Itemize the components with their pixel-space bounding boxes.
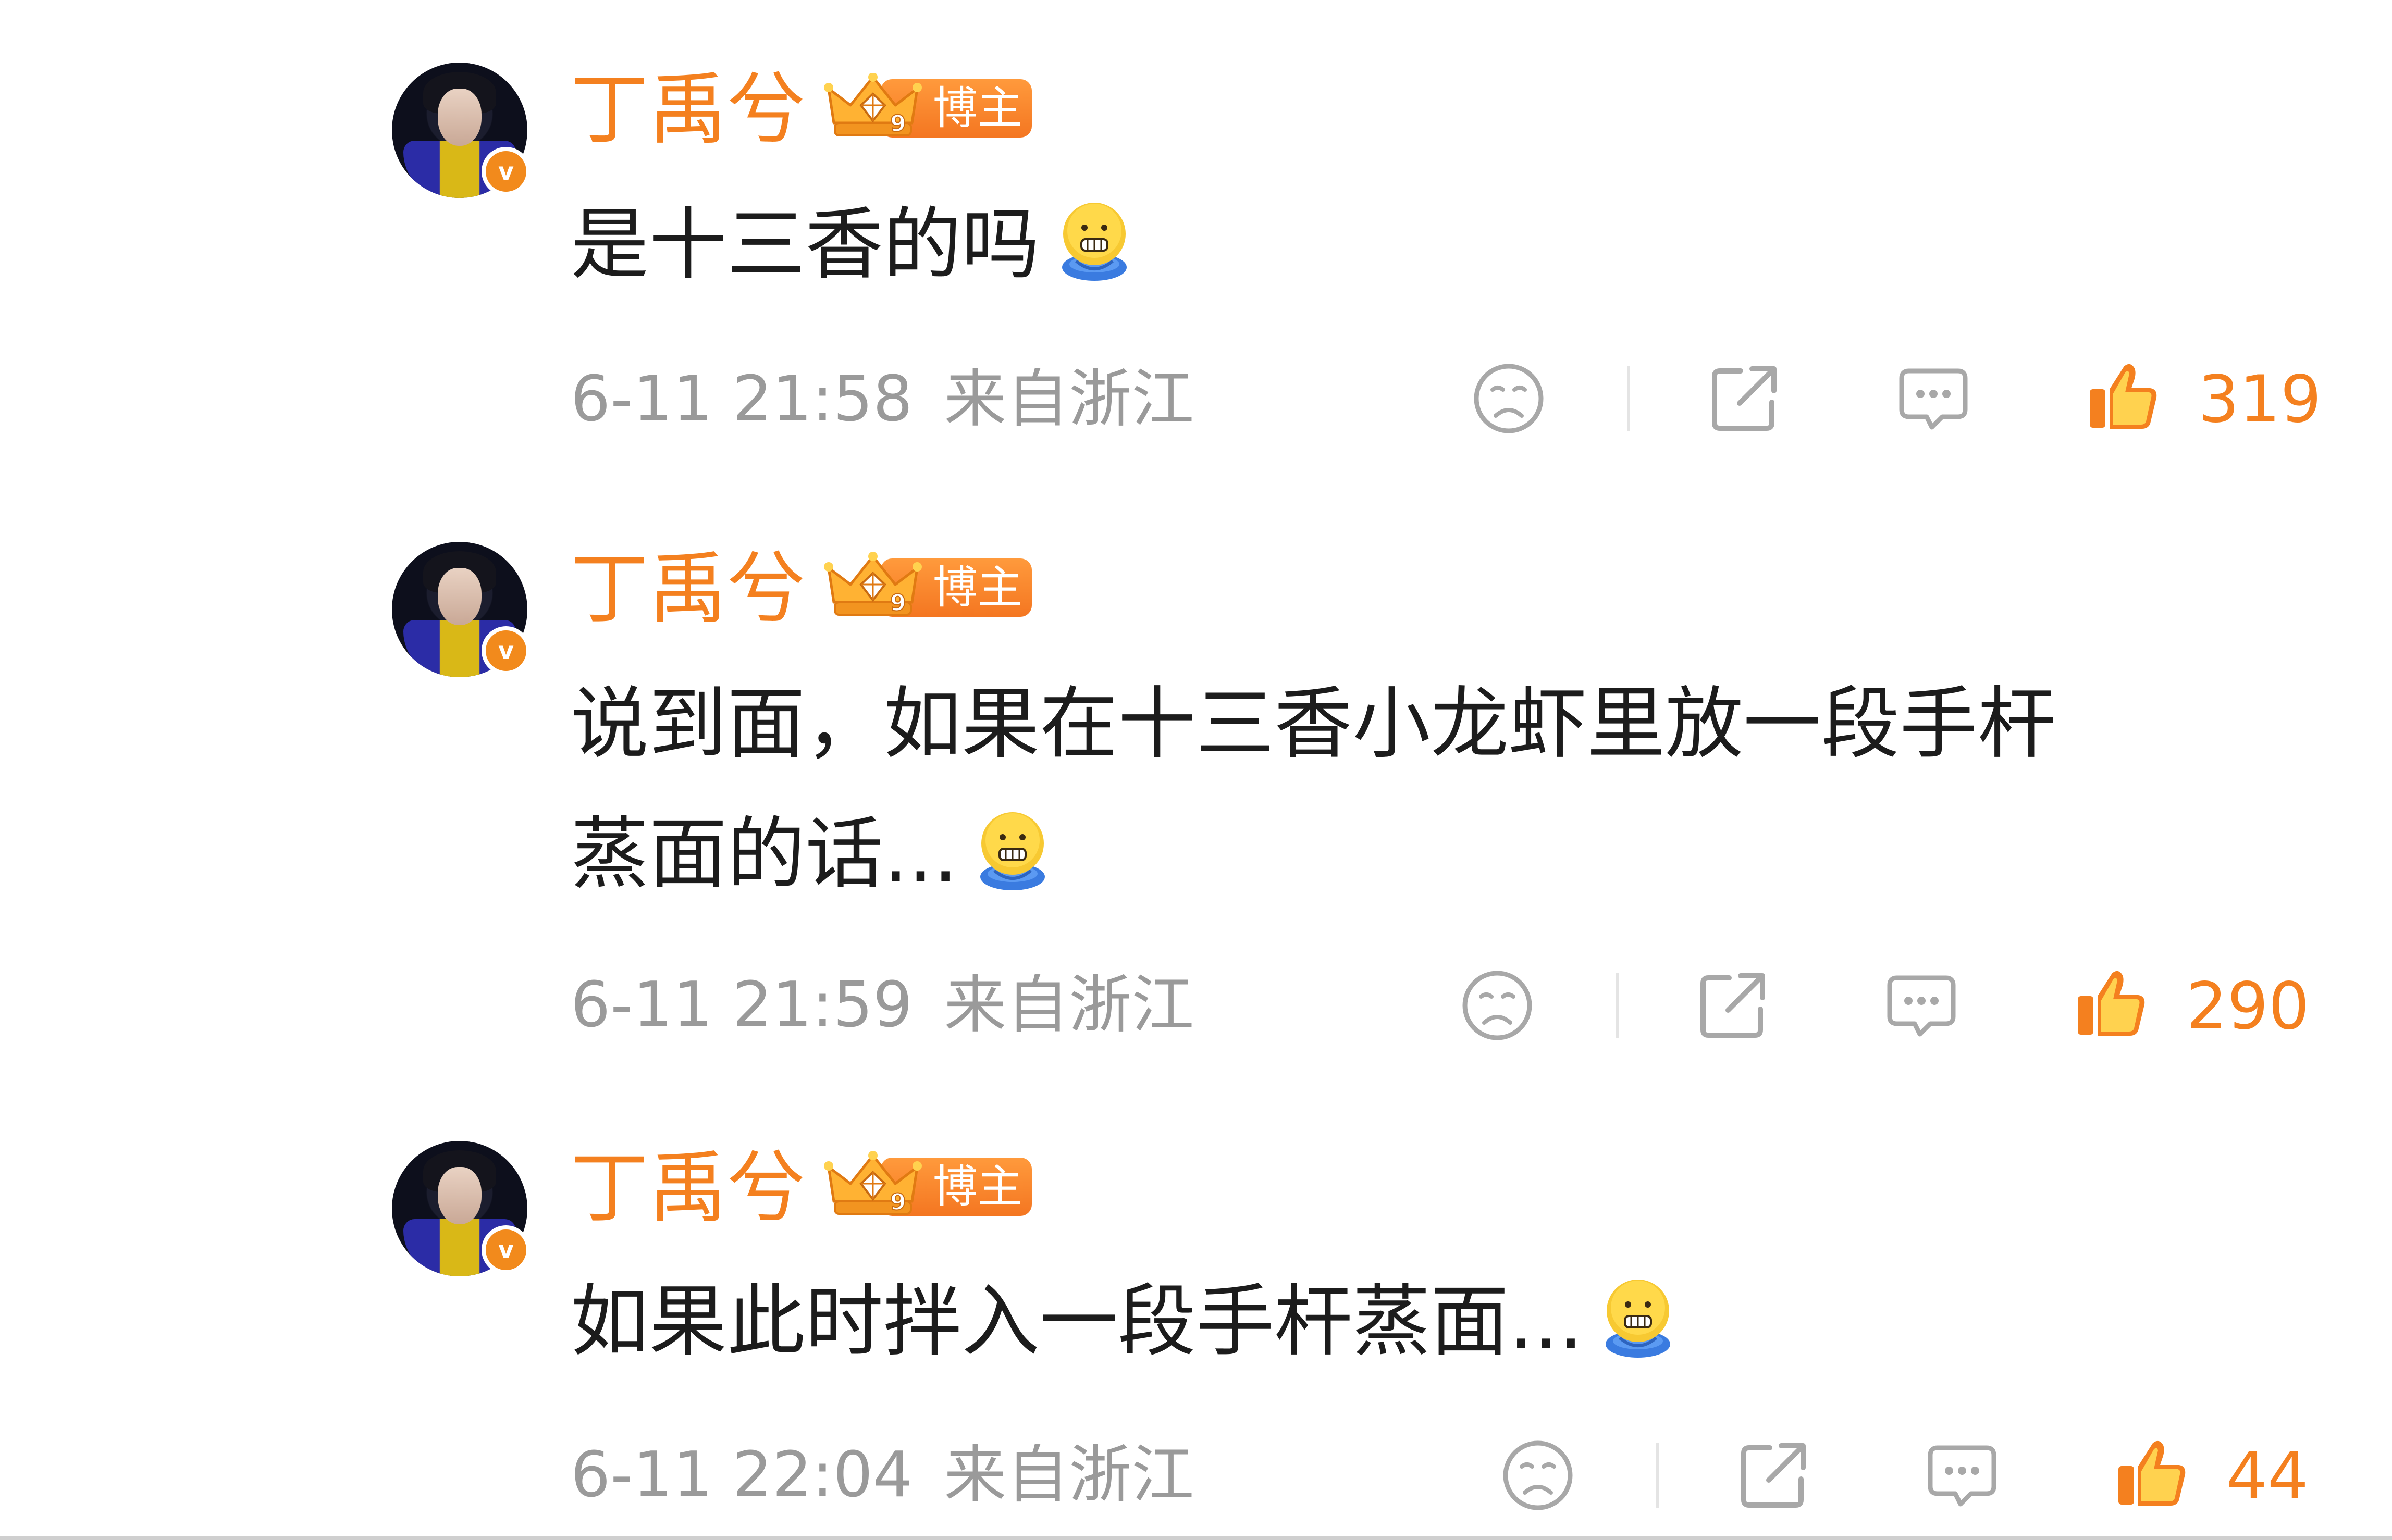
dislike-icon[interactable]: [1470, 359, 1548, 438]
avatar-face: [438, 1167, 482, 1224]
comment-meta: 6-11 21:58 来自浙江: [571, 368, 1194, 431]
username[interactable]: 丁禹兮: [571, 1149, 805, 1227]
like-icon[interactable]: [2072, 964, 2150, 1042]
crown-level-9-icon: [823, 73, 922, 141]
comment-time: 6-11 21:58: [571, 363, 913, 436]
badge-label: 博主: [933, 1161, 1022, 1213]
reply-icon[interactable]: [1894, 359, 1972, 438]
comment-meta: 6-11 22:04 来自浙江: [571, 1444, 1194, 1507]
action-divider: [1627, 366, 1630, 431]
comment-line: 如果此时拌入一段手杆蒸面...: [571, 1276, 1584, 1367]
comment-line: 蒸面的话...: [571, 809, 958, 900]
comment-location: 来自浙江: [944, 1439, 1194, 1511]
comment-text: 说到面，如果在十三香小龙虾里放一段手杆 蒸面的话...: [571, 659, 2056, 920]
badge-label: 博主: [933, 82, 1022, 134]
comment-line: 是十三香的吗: [571, 200, 1040, 290]
like-count[interactable]: 44: [2226, 1444, 2309, 1509]
dumpling-face-emoji-icon: [1599, 1275, 1677, 1359]
reply-icon[interactable]: [1923, 1436, 2001, 1514]
comment-text: 是十三香的吗: [571, 180, 1133, 310]
avatar-face: [438, 89, 482, 146]
reply-icon[interactable]: [1882, 966, 1961, 1045]
verified-badge-icon: v: [482, 147, 531, 196]
dislike-icon[interactable]: [1458, 966, 1536, 1045]
avatar[interactable]: v: [392, 1141, 531, 1276]
avatar-face: [438, 568, 482, 625]
share-icon[interactable]: [1705, 359, 1783, 438]
verified-badge-icon: v: [482, 1225, 531, 1274]
like-count[interactable]: 290: [2186, 974, 2310, 1039]
crown-level-9-icon: [823, 552, 922, 620]
username[interactable]: 丁禹兮: [571, 550, 805, 628]
bottom-divider: [0, 1536, 2392, 1540]
username[interactable]: 丁禹兮: [571, 71, 805, 149]
action-divider: [1656, 1443, 1659, 1508]
dumpling-face-emoji-icon: [973, 808, 1052, 891]
share-icon[interactable]: [1734, 1436, 1813, 1514]
like-icon[interactable]: [2112, 1434, 2190, 1512]
blogger-badge[interactable]: 博主: [823, 73, 1032, 141]
comment-meta: 6-11 21:59 来自浙江: [571, 974, 1194, 1037]
comment-location: 来自浙江: [944, 363, 1194, 436]
dumpling-face-emoji-icon: [1055, 198, 1133, 282]
avatar[interactable]: v: [392, 542, 531, 677]
crown-level-9-icon: [823, 1151, 922, 1219]
dislike-icon[interactable]: [1499, 1436, 1577, 1514]
share-icon[interactable]: [1694, 966, 1772, 1045]
comment-line-with-emoji: 蒸面的话...: [571, 789, 2056, 920]
action-divider: [1616, 973, 1619, 1038]
comment-list: 9 v 丁禹兮 博主 是十三香的吗 6-11 21:58来自浙江 319: [0, 0, 2392, 1540]
avatar[interactable]: v: [392, 63, 531, 198]
comment-time: 6-11 21:59: [571, 969, 913, 1041]
verified-badge-icon: v: [482, 626, 531, 675]
badge-label: 博主: [933, 562, 1022, 614]
like-count[interactable]: 319: [2198, 367, 2322, 432]
blogger-badge[interactable]: 博主: [823, 552, 1032, 620]
comment-line: 说到面，如果在十三香小龙虾里放一段手杆: [571, 679, 2056, 769]
comment-time: 6-11 22:04: [571, 1439, 913, 1511]
comment-text: 如果此时拌入一段手杆蒸面...: [571, 1257, 1677, 1387]
blogger-badge[interactable]: 博主: [823, 1151, 1032, 1219]
comment-location: 来自浙江: [944, 969, 1194, 1041]
like-icon[interactable]: [2083, 357, 2162, 435]
